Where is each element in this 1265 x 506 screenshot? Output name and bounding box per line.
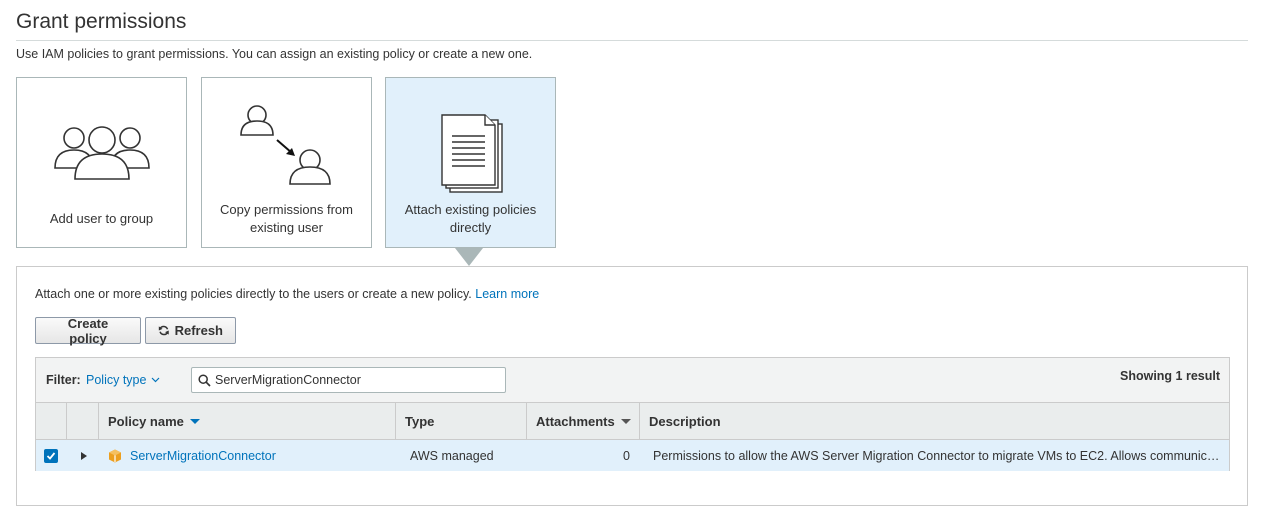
description-cell: Permissions to allow the AWS Server Migr… — [640, 440, 1223, 471]
refresh-label: Refresh — [174, 323, 223, 338]
policy-name-link[interactable]: ServerMigrationConnector — [130, 449, 276, 463]
panel-description: Attach one or more existing policies dir… — [35, 287, 539, 301]
learn-more-link[interactable]: Learn more — [475, 287, 539, 301]
option-add-user-to-group[interactable]: Add user to group — [16, 77, 187, 248]
column-header-attachments[interactable]: Attachments — [527, 403, 640, 440]
column-header-description[interactable]: Description — [640, 403, 1229, 440]
create-policy-button[interactable]: Create policy — [35, 315, 141, 346]
option-label: Add user to group — [49, 211, 154, 226]
refresh-button[interactable]: Refresh — [145, 317, 236, 344]
aws-policy-icon — [109, 449, 121, 462]
row-expand-cell — [67, 440, 99, 471]
option-label: Copy permissions from existing user — [220, 202, 353, 235]
attachments-cell: 0 — [623, 448, 630, 463]
intro-text: Use IAM policies to grant permissions. Y… — [16, 47, 533, 61]
copy-user-icon — [240, 105, 331, 185]
title-divider — [16, 40, 1248, 41]
chevron-down-icon — [152, 377, 160, 383]
column-label: Description — [649, 414, 721, 429]
selection-pointer — [455, 248, 483, 266]
policy-table: Filter: Policy type Showing 1 result Pol — [35, 357, 1230, 471]
create-policy-label: Create policy — [67, 315, 109, 346]
group-icon — [54, 126, 150, 180]
policy-panel: Attach one or more existing policies dir… — [16, 266, 1248, 506]
filter-bar: Filter: Policy type Showing 1 result — [36, 358, 1229, 403]
row-select-cell — [36, 440, 67, 471]
table-row[interactable]: ServerMigrationConnector AWS managed 0 P… — [36, 440, 1229, 471]
search-input[interactable] — [211, 372, 491, 388]
description-text: Permissions to allow the AWS Server Migr… — [653, 448, 1223, 463]
document-stack-icon — [441, 114, 503, 193]
column-label: Attachments — [536, 414, 615, 429]
expand-column-header — [67, 403, 99, 440]
caret-right-icon[interactable] — [81, 451, 87, 460]
filter-label: Filter: — [46, 373, 81, 387]
sort-desc-icon — [620, 419, 631, 424]
column-label: Policy name — [108, 414, 184, 429]
select-column-header — [36, 403, 67, 440]
option-label: Attach existing policies directly — [404, 202, 537, 235]
search-box[interactable] — [191, 367, 506, 393]
option-attach-existing-policies[interactable]: Attach existing policies directly — [385, 77, 556, 248]
row-checkbox[interactable] — [44, 448, 58, 463]
search-icon — [198, 373, 211, 387]
column-header-policy-name[interactable]: Policy name — [99, 403, 396, 440]
sort-desc-icon — [189, 419, 200, 424]
checkmark-icon — [46, 451, 56, 460]
policy-type-label: Policy type — [86, 373, 147, 387]
page-title: Grant permissions — [16, 10, 187, 33]
column-label: Type — [405, 414, 435, 429]
result-count: Showing 1 result — [1119, 369, 1220, 383]
policy-type-cell: AWS managed — [410, 448, 494, 463]
option-copy-permissions[interactable]: Copy permissions from existing user — [201, 77, 372, 248]
column-header-type[interactable]: Type — [396, 403, 527, 440]
policy-type-filter[interactable]: Policy type — [86, 373, 160, 387]
refresh-icon — [158, 325, 169, 336]
table-header: Policy name Type Attachments Description — [36, 403, 1229, 440]
panel-description-text: Attach one or more existing policies dir… — [35, 287, 472, 301]
policy-name-cell: ServerMigrationConnector — [99, 440, 396, 471]
